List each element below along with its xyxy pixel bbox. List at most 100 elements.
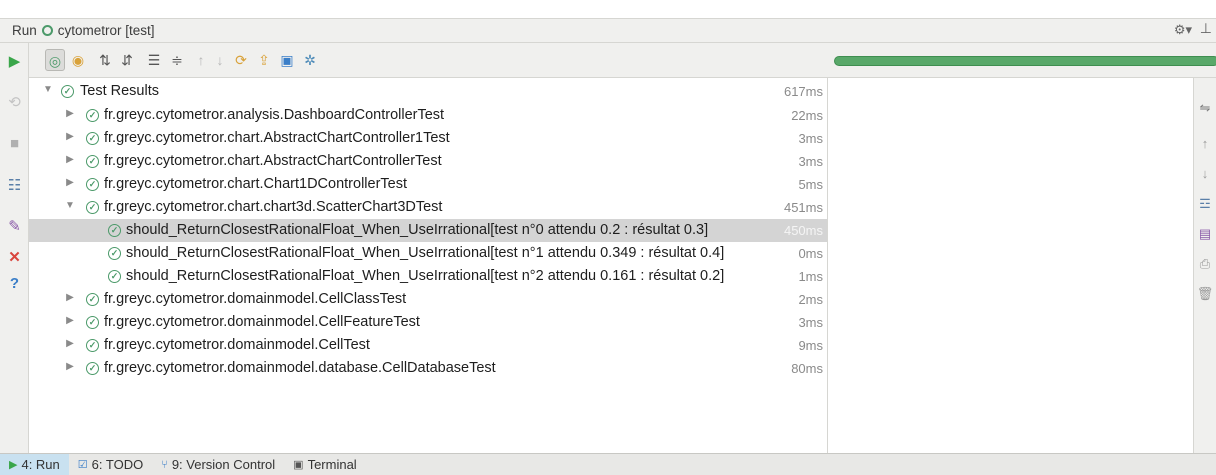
expand-arrow-icon[interactable]: ▶ (64, 338, 76, 349)
use-soft-wraps-icon[interactable]: ▤ (1196, 224, 1214, 244)
tree-row-label: should_ReturnClosestRationalFloat_When_U… (126, 268, 725, 284)
tree-row[interactable]: ▶ ✓ fr.greyc.cytometror.analysis.Dashboa… (29, 104, 827, 127)
right-action-bar: ⇋ ↑ ↓ ☲ ▤ ⎙ 🗑 (1193, 78, 1216, 453)
expand-arrow-icon[interactable]: ▶ (64, 177, 76, 188)
terminal-tab-label: Terminal (307, 457, 357, 472)
tree-row[interactable]: ▶ ✓ fr.greyc.cytometror.domainmodel.data… (29, 357, 827, 380)
tree-row[interactable]: ▶ ✓ fr.greyc.cytometror.chart.AbstractCh… (29, 150, 827, 173)
test-toolbar: ◎ ◉ ⇅ ⇵ ☰ ≑ ↑ ↓ ⟳ ⇪ ▣ ✲ (29, 43, 1216, 78)
test-settings-icon[interactable]: ✲ (300, 49, 320, 71)
stop-icon[interactable]: ■ (4, 133, 25, 154)
tree-row-label: should_ReturnClosestRationalFloat_When_U… (126, 222, 709, 238)
version-control-tab-label: 9: Version Control (171, 457, 276, 472)
tree-row-selected[interactable]: ✓ should_ReturnClosestRationalFloat_When… (29, 219, 827, 242)
scroll-to-end-icon[interactable]: ☲ (1196, 194, 1214, 214)
run-tab[interactable]: ▶ 4: Run (0, 454, 69, 475)
settings-gear-icon[interactable]: ⚙▾ (1174, 22, 1192, 38)
terminal-tab[interactable]: ▣ Terminal (284, 454, 366, 475)
tree-row[interactable]: ▶ ✓ fr.greyc.cytometror.chart.Chart1DCon… (29, 173, 827, 196)
run-config-name[interactable]: cytometror [test] (58, 23, 155, 38)
tree-row[interactable]: ✓ should_ReturnClosestRationalFloat_When… (29, 242, 827, 265)
tree-row-time: 80ms (791, 361, 823, 376)
close-icon[interactable]: ✕ (4, 247, 25, 268)
hide-panel-icon[interactable]: ⊥ (1200, 20, 1212, 37)
tree-row[interactable]: ▼ ✓ fr.greyc.cytometror.chart.chart3d.Sc… (29, 196, 827, 219)
expand-arrow-icon[interactable]: ▶ (64, 108, 76, 119)
run-tool-window-header: Run cytometror [test] ⚙▾ ⊥ (0, 18, 1216, 43)
up-icon[interactable]: ↑ (1196, 134, 1214, 154)
down-icon[interactable]: ↓ (1196, 164, 1214, 184)
passed-check-icon: ✓ (86, 293, 99, 306)
rerun-failed-icon[interactable]: ⟲ (4, 92, 25, 113)
run-tab-label: 4: Run (21, 457, 60, 472)
tree-row-label: Test Results (80, 83, 159, 99)
tree-row-time: 22ms (791, 108, 823, 123)
export-results-icon[interactable]: ⇪ (254, 49, 274, 71)
sort-alphabetically-icon[interactable]: ⇅ (95, 49, 115, 71)
next-occurrence-icon[interactable]: ↓ (210, 49, 230, 71)
show-passed-icon[interactable]: ◎ (45, 49, 65, 71)
soft-wrap-icon[interactable]: ⇋ (1196, 98, 1214, 118)
passed-check-icon: ✓ (86, 155, 99, 168)
tree-row-time: 3ms (798, 131, 823, 146)
tree-row[interactable]: ✓ should_ReturnClosestRationalFloat_When… (29, 265, 827, 288)
left-action-bar: ▶ ⟲ ■ ☷ ✎ ✕ ? (0, 43, 29, 453)
tree-row-time: 9ms (798, 338, 823, 353)
tree-row-label: fr.greyc.cytometror.chart.Chart1DControl… (104, 176, 407, 192)
tree-row-label: fr.greyc.cytometror.chart.AbstractChartC… (104, 130, 450, 146)
passed-check-icon: ✓ (86, 316, 99, 329)
collapse-arrow-icon[interactable]: ▼ (64, 200, 76, 211)
passed-check-icon: ✓ (86, 178, 99, 191)
help-icon[interactable]: ? (4, 273, 25, 294)
import-tests-icon[interactable]: ⟳ (231, 49, 251, 71)
rerun-icon[interactable]: ▶ (4, 51, 25, 72)
tree-row-time: 617ms (783, 84, 823, 99)
terminal-icon: ▣ (293, 459, 304, 471)
collapse-all-icon[interactable]: ≑ (167, 49, 187, 71)
passed-check-icon: ✓ (86, 109, 99, 122)
run-icon: ▶ (9, 459, 18, 471)
todo-icon: ☑ (77, 459, 88, 471)
run-label: Run (12, 23, 37, 38)
todo-tab-label: 6: TODO (91, 457, 144, 472)
todo-tab[interactable]: ☑ 6: TODO (69, 454, 152, 475)
passed-check-icon: ✓ (86, 362, 99, 375)
tree-row[interactable]: ▶ ✓ fr.greyc.cytometror.domainmodel.Cell… (29, 334, 827, 357)
tree-row-label: fr.greyc.cytometror.domainmodel.CellClas… (104, 291, 407, 307)
tree-row-time: 3ms (798, 315, 823, 330)
expand-arrow-icon[interactable]: ▶ (64, 292, 76, 303)
tree-row-label: fr.greyc.cytometror.analysis.DashboardCo… (104, 107, 445, 123)
tree-row[interactable]: ▶ ✓ fr.greyc.cytometror.domainmodel.Cell… (29, 288, 827, 311)
test-progress-bar (834, 56, 1216, 66)
collapse-arrow-icon[interactable]: ▼ (42, 84, 54, 95)
console-output-panel[interactable] (828, 78, 1193, 453)
sort-by-duration-icon[interactable]: ⇵ (117, 49, 137, 71)
tree-row-label: fr.greyc.cytometror.domainmodel.CellTest (104, 337, 370, 353)
tree-row-label: fr.greyc.cytometror.chart.AbstractChartC… (104, 153, 442, 169)
print-icon[interactable]: ⎙ (1196, 254, 1214, 274)
layout-icon[interactable]: ☷ (4, 175, 25, 196)
passed-check-icon: ✓ (61, 85, 74, 98)
pin-tab-icon[interactable]: ✎ (4, 216, 25, 237)
tool-window-bar: ▶ 4: Run ☑ 6: TODO ⑂ 9: Version Control … (0, 453, 1216, 475)
expand-all-icon[interactable]: ☰ (144, 49, 164, 71)
tree-row[interactable]: ▶ ✓ fr.greyc.cytometror.domainmodel.Cell… (29, 311, 827, 334)
tree-row[interactable]: ▶ ✓ fr.greyc.cytometror.chart.AbstractCh… (29, 127, 827, 150)
tree-row-time: 451ms (783, 200, 823, 215)
show-ignored-icon[interactable]: ◉ (68, 49, 88, 71)
clear-all-icon[interactable]: 🗑 (1196, 284, 1214, 304)
tree-row-time: 3ms (798, 154, 823, 169)
expand-arrow-icon[interactable]: ▶ (64, 154, 76, 165)
run-config-icon (41, 25, 53, 36)
history-icon[interactable]: ▣ (277, 49, 297, 71)
expand-arrow-icon[interactable]: ▶ (64, 315, 76, 326)
version-control-tab[interactable]: ⑂ 9: Version Control (152, 454, 284, 475)
tree-row-label: fr.greyc.cytometror.domainmodel.CellFeat… (104, 314, 420, 330)
previous-occurrence-icon[interactable]: ↑ (191, 49, 211, 71)
tree-row-time: 0ms (798, 246, 823, 261)
tree-row-root[interactable]: ▼ ✓ Test Results 617ms (29, 80, 827, 103)
expand-arrow-icon[interactable]: ▶ (64, 361, 76, 372)
version-control-icon: ⑂ (161, 458, 168, 471)
tree-row-label: fr.greyc.cytometror.domainmodel.database… (104, 360, 496, 376)
expand-arrow-icon[interactable]: ▶ (64, 131, 76, 142)
